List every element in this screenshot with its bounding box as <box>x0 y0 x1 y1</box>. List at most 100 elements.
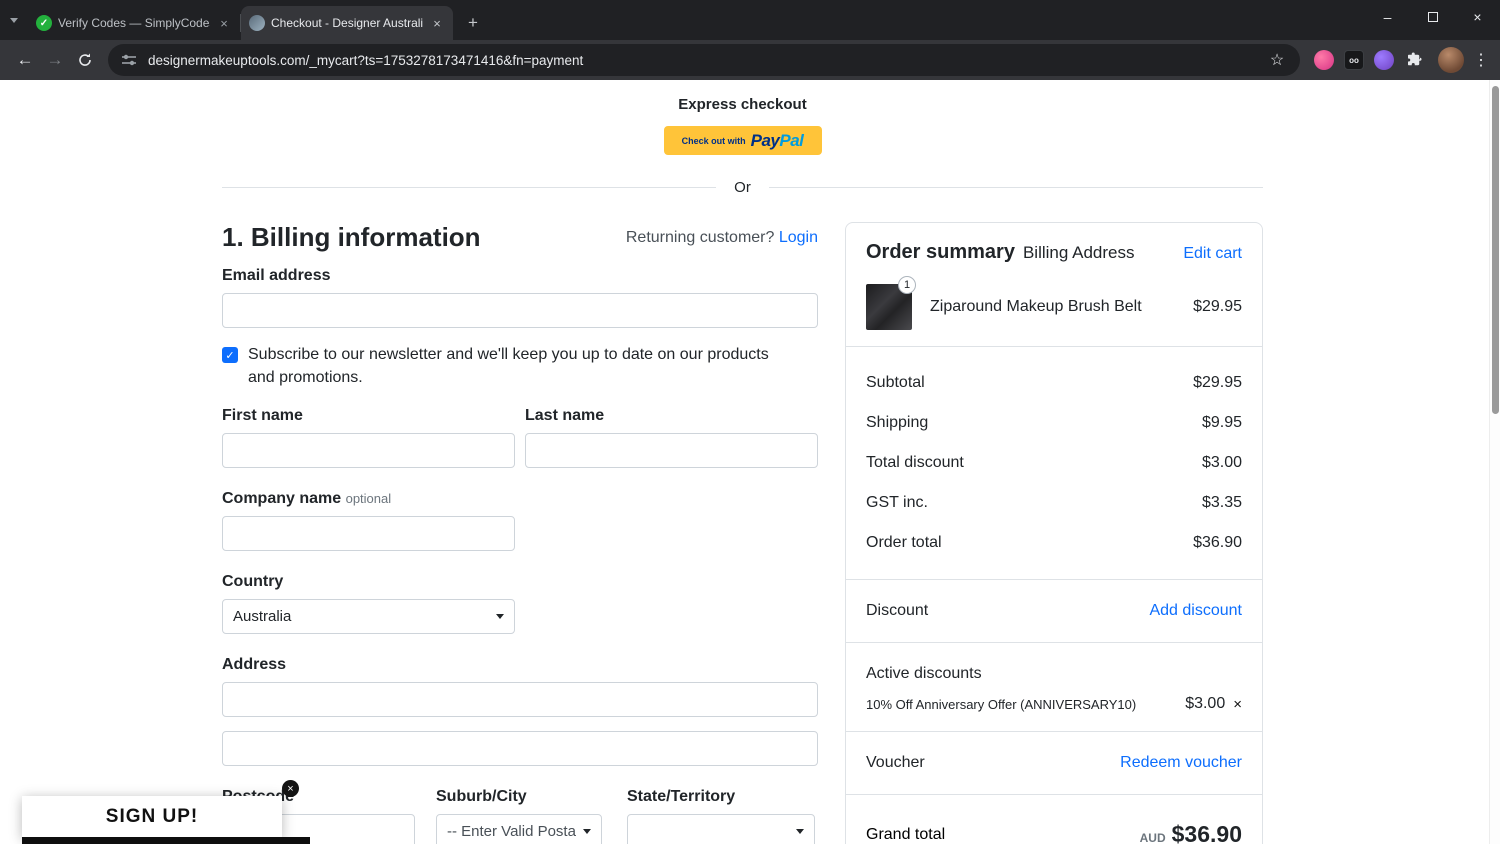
first-name-field[interactable] <box>222 433 515 469</box>
extension-pink-icon[interactable] <box>1314 50 1334 70</box>
chevron-down-icon <box>496 614 504 620</box>
signup-popup-footer <box>22 837 310 844</box>
signup-title: SIGN UP! <box>105 806 199 827</box>
first-name-label: First name <box>222 407 303 425</box>
address-line1-field[interactable] <box>222 682 818 718</box>
divider <box>846 731 1262 732</box>
site-info-icon[interactable] <box>118 52 140 68</box>
remove-discount-icon[interactable]: × <box>1233 697 1242 712</box>
state-label: State/Territory <box>627 788 736 806</box>
forward-button[interactable]: → <box>40 45 70 75</box>
country-selected-value: Australia <box>233 608 292 626</box>
window-controls: – × <box>1365 0 1500 40</box>
product-price: $29.95 <box>1193 298 1242 315</box>
suburb-select[interactable]: -- Enter Valid Postal Cc <box>436 814 602 844</box>
minimize-button[interactable]: – <box>1365 0 1410 34</box>
grand-total-amount: $36.90 <box>1171 821 1242 844</box>
newsletter-checkbox[interactable]: ✓ <box>222 347 238 363</box>
company-field[interactable] <box>222 516 515 552</box>
back-button[interactable]: ← <box>10 45 40 75</box>
address-line2-field[interactable] <box>222 731 818 767</box>
active-discounts-header: Active discounts <box>866 659 1242 689</box>
tab-close-icon[interactable]: × <box>216 15 232 31</box>
or-label: Or <box>734 179 751 196</box>
company-label-text: Company name <box>222 490 342 508</box>
edit-cart-link[interactable]: Edit cart <box>1183 245 1242 263</box>
last-name-field[interactable] <box>525 433 818 469</box>
divider <box>846 642 1262 643</box>
row-value: $3.35 <box>1201 494 1242 511</box>
suburb-label: Suburb/City <box>436 788 527 806</box>
reload-icon <box>79 53 91 66</box>
divider <box>846 346 1262 347</box>
row-label: Subtotal <box>866 374 925 391</box>
extensions-puzzle-icon[interactable] <box>1404 50 1424 70</box>
paypal-logo-pal: Pal <box>779 130 804 150</box>
country-select[interactable]: Australia <box>222 599 515 635</box>
page-scrollbar[interactable] <box>1489 80 1500 844</box>
company-label: Company name optional <box>222 490 818 508</box>
browser-toolbar: ← → designermakeuptools.com/_mycart?ts=1… <box>0 40 1500 80</box>
discount-label: Discount <box>866 602 929 619</box>
profile-avatar[interactable] <box>1438 47 1464 73</box>
product-thumbnail: 1 <box>866 276 916 330</box>
extension-purple-icon[interactable] <box>1374 50 1394 70</box>
new-tab-button[interactable]: + <box>459 9 487 37</box>
express-checkout-section: Express checkout Check out with Pay Pal <box>222 96 1263 155</box>
express-checkout-heading: Express checkout <box>678 96 807 113</box>
row-value: $3.00 <box>1201 454 1242 471</box>
tab-close-icon[interactable]: × <box>429 15 445 31</box>
maximize-icon <box>1427 12 1438 22</box>
tab-search-button[interactable] <box>0 0 28 40</box>
bookmark-star-icon[interactable]: ☆ <box>1264 50 1290 70</box>
redeem-voucher-link[interactable]: Redeem voucher <box>1120 754 1242 772</box>
email-field[interactable] <box>222 293 818 328</box>
newsletter-label[interactable]: Subscribe to our newsletter and we'll ke… <box>248 344 793 389</box>
login-link[interactable]: Login <box>779 229 818 246</box>
last-name-label: Last name <box>525 407 605 425</box>
address-bar[interactable]: designermakeuptools.com/_mycart?ts=17532… <box>108 44 1300 76</box>
summary-row-shipping: Shipping $9.95 <box>866 403 1242 443</box>
paypal-logo: Pay <box>750 130 780 150</box>
row-label: Shipping <box>866 414 929 431</box>
divider <box>846 794 1262 795</box>
row-label: Order total <box>866 534 942 551</box>
popup-close-button[interactable]: × <box>282 780 299 797</box>
summary-row-gst: GST inc. $3.35 <box>866 483 1242 523</box>
browser-menu-icon[interactable]: ⋮ <box>1472 50 1490 70</box>
active-discounts-label: Active discounts <box>866 665 982 682</box>
signup-popup[interactable]: SIGN UP! <box>22 796 282 838</box>
tab-strip: ✓ Verify Codes — SimplyCodes × Checkout … <box>0 0 1500 40</box>
discount-row: Discount Add discount <box>866 596 1242 626</box>
close-window-button[interactable]: × <box>1455 0 1500 34</box>
tab-checkout[interactable]: Checkout - Designer Australia F × <box>241 6 453 40</box>
scrollbar-thumb[interactable] <box>1492 86 1499 414</box>
address-label: Address <box>222 656 287 674</box>
billing-address-subtitle: Billing Address <box>1022 243 1135 262</box>
reload-button[interactable] <box>70 45 100 75</box>
active-discount-row: 10% Off Anniversary Offer (ANNIVERSARY10… <box>866 689 1242 715</box>
country-label: Country <box>222 573 284 591</box>
optional-hint: optional <box>345 491 392 507</box>
order-summary-card: Order summary Billing Address Edit cart … <box>845 222 1263 844</box>
checkout-favicon <box>249 15 265 31</box>
state-select[interactable] <box>627 814 815 844</box>
voucher-row: Voucher Redeem voucher <box>866 748 1242 778</box>
grand-total-label: Grand total <box>866 825 946 843</box>
add-discount-link[interactable]: Add discount <box>1149 602 1242 620</box>
email-label: Email address <box>222 267 331 284</box>
maximize-button[interactable] <box>1410 0 1455 34</box>
simplycodes-favicon: ✓ <box>36 15 52 31</box>
discount-amount: $3.00 <box>1185 695 1226 712</box>
chevron-down-icon <box>10 17 18 23</box>
extensions-area: oo <box>1314 50 1424 70</box>
paypal-checkout-button[interactable]: Check out with Pay Pal <box>663 126 822 155</box>
row-value: $36.90 <box>1193 534 1242 551</box>
extension-dark-icon[interactable]: oo <box>1344 50 1364 70</box>
tab-simplycodes[interactable]: ✓ Verify Codes — SimplyCodes × <box>28 6 240 40</box>
url-text[interactable]: designermakeuptools.com/_mycart?ts=17532… <box>148 53 1264 68</box>
check-icon: ✓ <box>225 349 235 362</box>
tab-title: Checkout - Designer Australia F <box>271 16 423 30</box>
row-value: $9.95 <box>1201 414 1242 431</box>
returning-customer-text: Returning customer? Login <box>626 229 818 247</box>
